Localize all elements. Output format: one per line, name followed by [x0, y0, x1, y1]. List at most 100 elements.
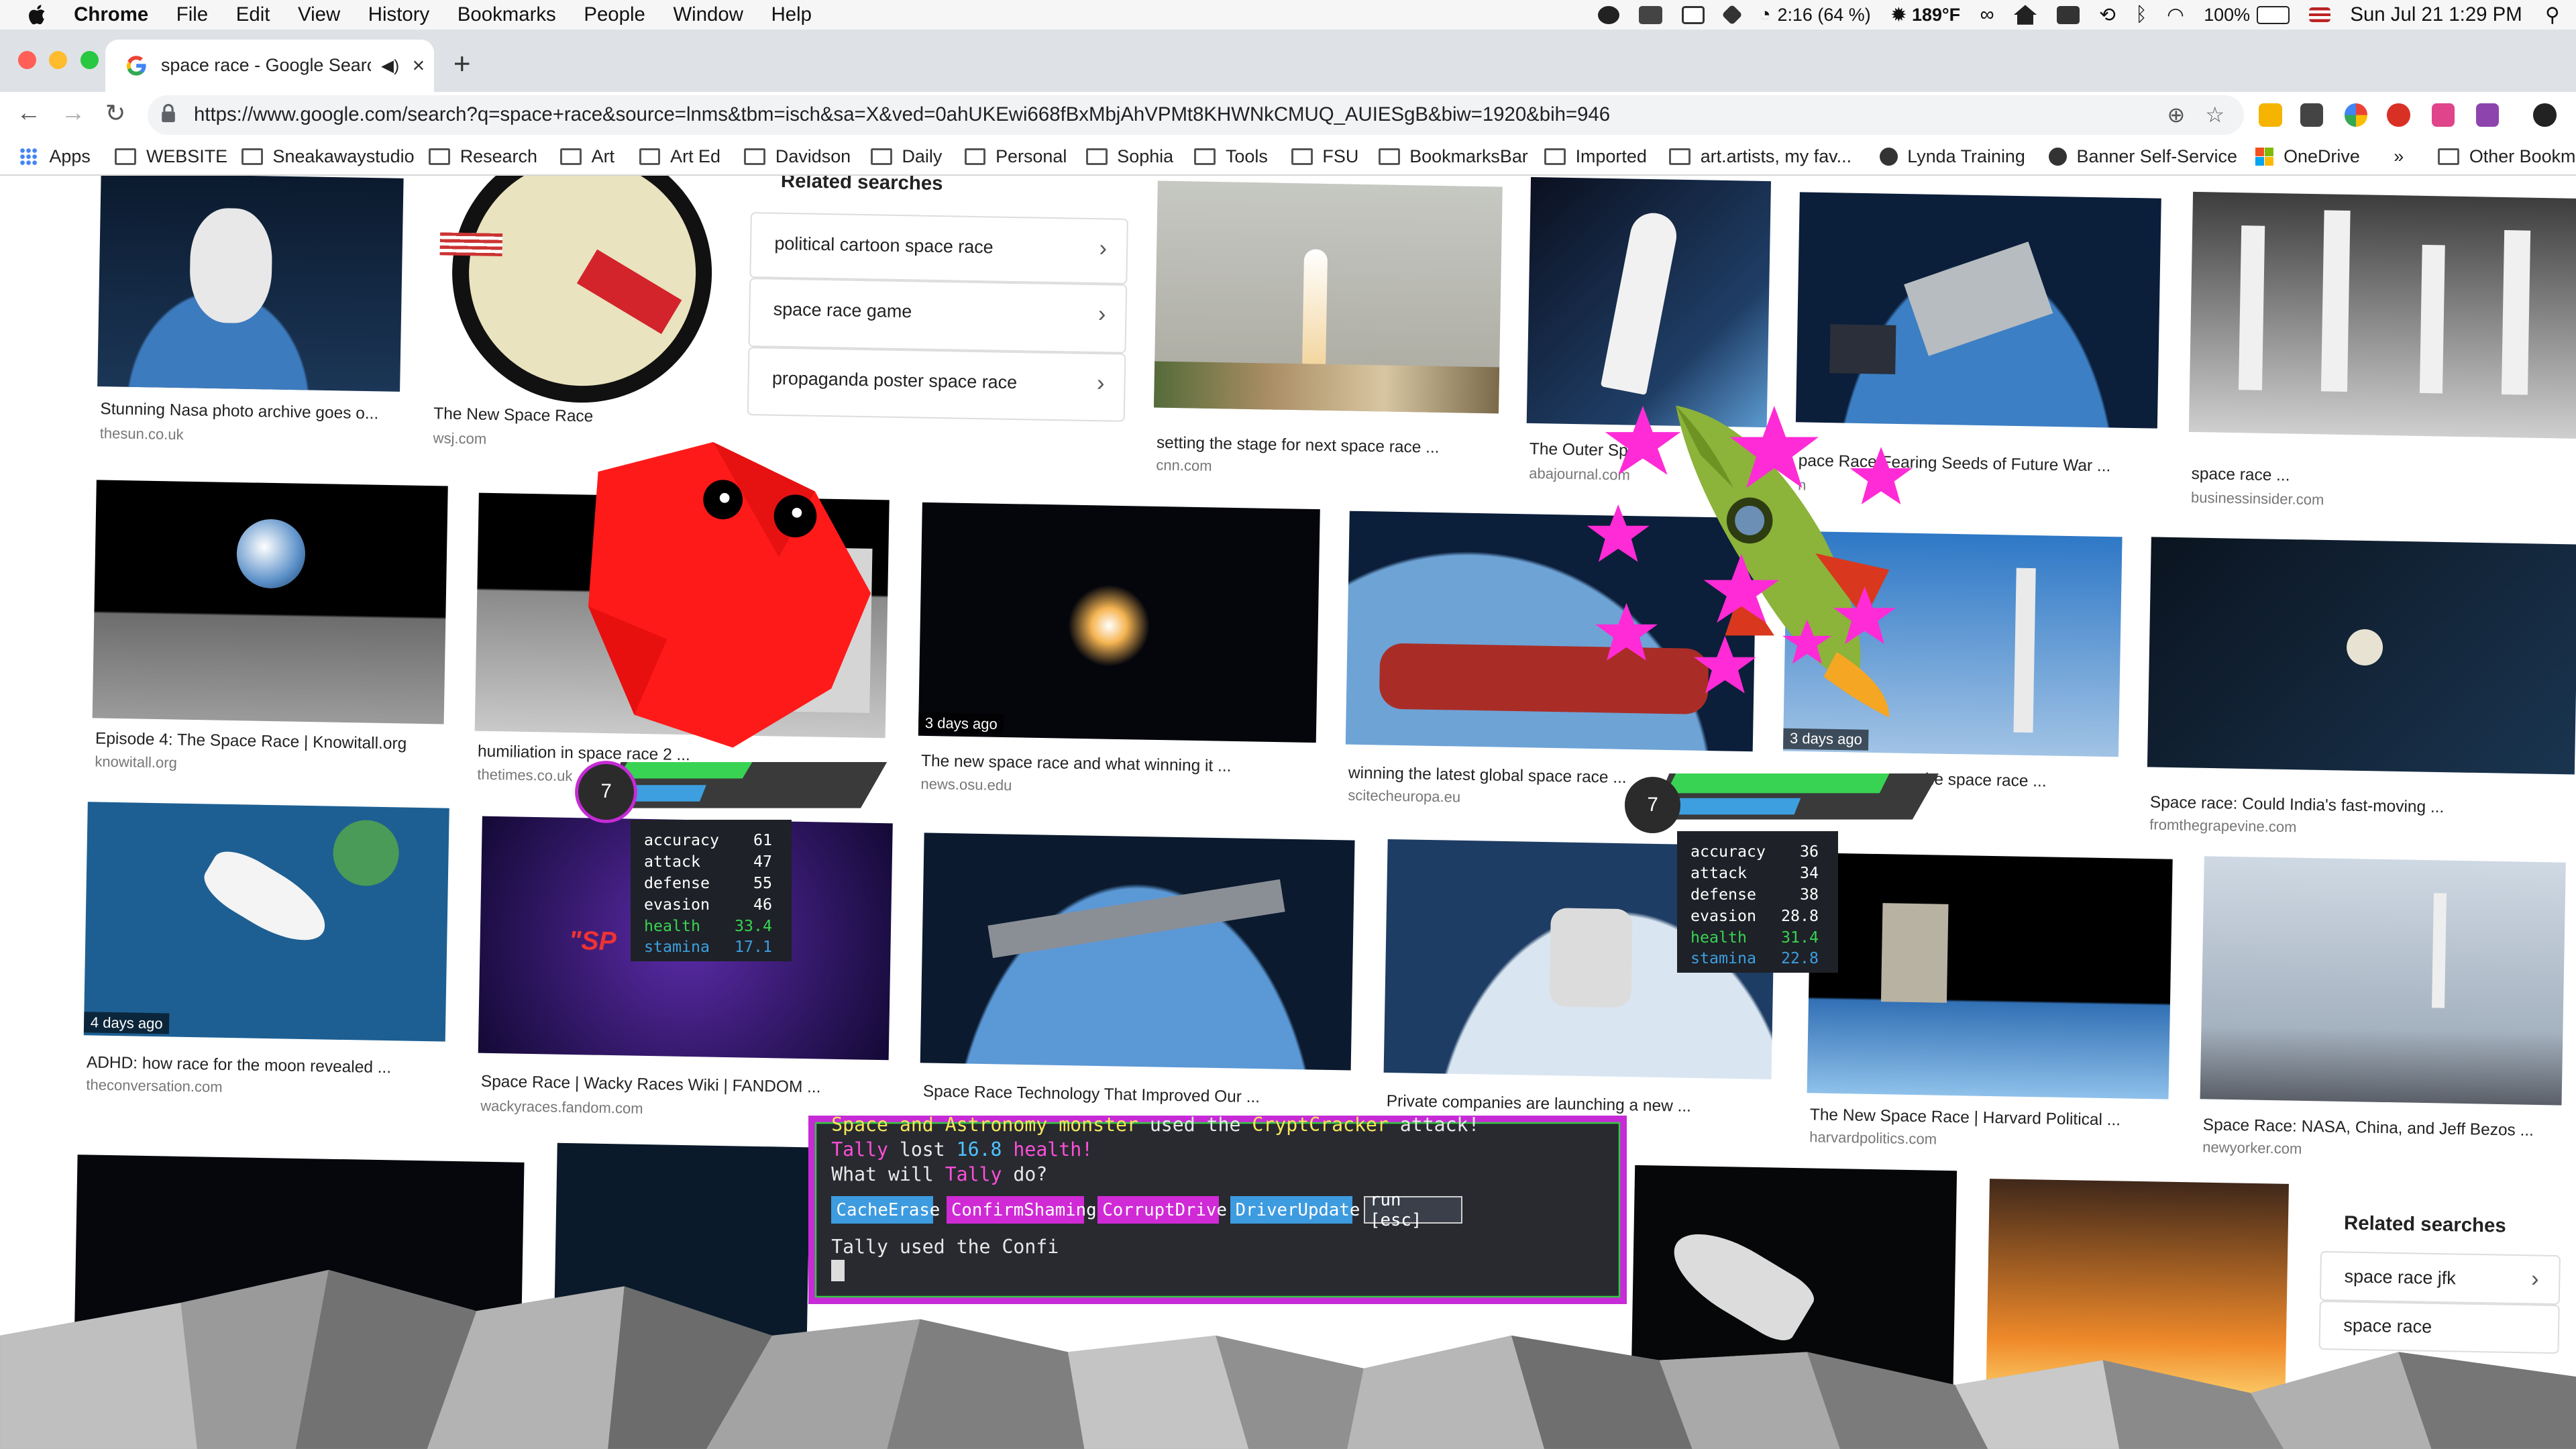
run-button[interactable]: run [esc] — [1363, 1190, 1462, 1230]
address-bar[interactable]: https://www.google.com/search?q=space+ra… — [148, 95, 2245, 135]
menu-file[interactable]: File — [176, 3, 208, 26]
forward-icon[interactable]: → — [61, 99, 86, 127]
rocket-launch-thumbnail[interactable] — [1153, 180, 1503, 414]
bookmark-onedrive[interactable]: OneDrive — [2255, 146, 2360, 167]
bookmark-personal[interactable]: Personal — [964, 146, 1067, 167]
image-result-card[interactable]: 3 days ago The new space race and what w… — [918, 502, 1324, 805]
temperature-icon[interactable]: ✹ — [1890, 3, 1907, 27]
us-flag-icon[interactable] — [2309, 7, 2330, 23]
astronaut-thumbnail[interactable] — [97, 176, 404, 392]
menu-window[interactable]: Window — [673, 3, 743, 26]
orbiting-station-thumbnail[interactable] — [1807, 853, 2173, 1099]
bookmark-sophia[interactable]: Sophia — [1085, 146, 1173, 167]
spotlight-search-icon[interactable]: ⚲ — [2545, 3, 2560, 27]
clock-text[interactable]: Sun Jul 21 1:29 PM — [2350, 3, 2522, 26]
bookmark-daily[interactable]: Daily — [870, 146, 942, 167]
result-caption[interactable]: Space Race: NASA, China, and Jeff Bezos … — [2202, 1116, 2534, 1140]
moon-flags-thumbnail[interactable] — [430, 176, 724, 405]
related-search-item[interactable]: propaganda poster space race › — [747, 346, 1126, 423]
battery-icon[interactable] — [2256, 5, 2290, 24]
result-caption[interactable]: The new space race and what winning it .… — [921, 752, 1232, 776]
menu-history[interactable]: History — [368, 3, 429, 26]
glasses-icon[interactable]: ∞ — [1980, 3, 1994, 26]
attack-button-driverupdate[interactable]: DriverUpdate — [1230, 1195, 1360, 1224]
result-caption[interactable]: Space Race Technology That Improved Our … — [922, 1082, 1260, 1107]
tab-audio-icon[interactable]: ◀) — [381, 56, 399, 76]
menu-bookmarks[interactable]: Bookmarks — [458, 3, 556, 26]
result-caption[interactable]: ADHD: how race for the moon revealed ... — [87, 1053, 392, 1077]
bookmarks-overflow-button[interactable]: » — [2394, 146, 2404, 167]
tab-close-icon[interactable]: × — [413, 53, 425, 78]
bookmark-sneakawaystudio[interactable]: Sneakawaystudio — [241, 146, 415, 167]
battery-time-icon[interactable]: ◔ — [1759, 3, 1771, 26]
result-caption[interactable]: the space race ... — [1920, 770, 2046, 791]
menu-app-name[interactable]: Chrome — [74, 3, 148, 26]
image-result-card[interactable]: 4 days ago ADHD: how race for the moon r… — [83, 802, 453, 1100]
image-result-card[interactable]: setting the stage for next space race ..… — [1152, 180, 1506, 483]
result-caption[interactable]: The New Space Race — [433, 405, 593, 427]
bookmark-star-icon[interactable]: ☆ — [2205, 102, 2224, 127]
extension-icon-6[interactable] — [2475, 103, 2499, 127]
time-machine-icon[interactable]: ⟲ — [2099, 3, 2116, 27]
minimize-window-button[interactable] — [49, 50, 68, 69]
tab-google-search[interactable]: space race - Google Search ◀) × — [105, 39, 434, 93]
profile-avatar[interactable] — [2533, 103, 2557, 127]
home-icon[interactable] — [2013, 5, 2037, 25]
result-caption[interactable]: winning the latest global space race ... — [1348, 763, 1627, 787]
result-caption[interactable]: space race ... — [2191, 465, 2290, 486]
new-tab-button[interactable]: + — [453, 48, 471, 81]
extension-icon-2[interactable] — [2300, 103, 2323, 127]
hq-icon[interactable] — [2056, 5, 2080, 24]
bookmark-tools[interactable]: Tools — [1194, 146, 1268, 167]
extension-icon-3[interactable] — [2344, 103, 2367, 127]
bookmark-art-ed[interactable]: Art Ed — [639, 146, 720, 167]
bookmark-bookmarksbar[interactable]: BookmarksBar — [1378, 146, 1528, 167]
rocket-models-thumbnail[interactable] — [2188, 192, 2576, 439]
menu-view[interactable]: View — [298, 3, 340, 26]
bookmark-imported[interactable]: Imported — [1544, 146, 1647, 167]
creative-cloud-icon[interactable] — [1598, 5, 1619, 24]
bookmark-art-artists[interactable]: art.artists, my fav... — [1669, 146, 1851, 167]
bookmark-lynda[interactable]: Lynda Training — [1879, 146, 2025, 167]
attack-button-cacheerase[interactable]: CacheErase — [831, 1195, 940, 1224]
back-icon[interactable]: ← — [16, 99, 41, 127]
bookmark-art[interactable]: Art — [560, 146, 614, 167]
earthrise-moon-thumbnail[interactable] — [92, 480, 448, 724]
bookmark-fsu[interactable]: FSU — [1291, 146, 1358, 167]
apollo-launch-thumbnail[interactable] — [2200, 856, 2566, 1106]
bookmark-banner[interactable]: Banner Self-Service — [2048, 146, 2237, 167]
attack-button-corruptdrive[interactable]: CorruptDrive — [1097, 1195, 1227, 1224]
wifi-icon[interactable]: ◠ — [2167, 3, 2184, 27]
window-icon[interactable] — [1681, 5, 1705, 24]
bookmark-other[interactable]: Other Bookmarks — [2438, 146, 2576, 167]
red-monster-sprite[interactable] — [585, 441, 881, 754]
maximize-window-button[interactable] — [80, 50, 99, 69]
image-result-card[interactable]: Episode 4: The Space Race | Knowitall.or… — [91, 480, 451, 778]
related-search-item[interactable]: political cartoon space race › — [749, 211, 1128, 284]
result-caption[interactable]: Stunning Nasa photo archive goes o... — [100, 400, 378, 423]
menu-edit[interactable]: Edit — [236, 3, 270, 26]
bluetooth-icon[interactable]: ᛒ — [2135, 3, 2147, 26]
extension-icon-1[interactable] — [2259, 103, 2282, 127]
bookmark-davidson[interactable]: Davidson — [744, 146, 851, 167]
image-result-card[interactable]: The New Space Race | Harvard Political .… — [1807, 853, 2176, 1148]
night-launch-thumbnail[interactable]: 3 days ago — [918, 502, 1320, 743]
image-result-card[interactable]: Stunning Nasa photo archive goes o... th… — [96, 176, 407, 458]
related-search-item[interactable]: space race game › — [748, 277, 1128, 354]
image-result-card[interactable]: Space Race Technology That Improved Our … — [919, 832, 1358, 1120]
dropbox-icon[interactable] — [1721, 4, 1743, 25]
bookmark-apps[interactable]: Apps — [19, 146, 91, 167]
image-result-card[interactable]: The New Space Race wsj.com — [429, 176, 724, 458]
location-target-icon[interactable]: ⊕ — [2167, 102, 2186, 127]
result-caption[interactable]: Space Race | Wacky Races Wiki | FANDOM .… — [481, 1073, 821, 1097]
iss-thumbnail[interactable] — [920, 832, 1355, 1070]
bookmark-website[interactable]: WEBSITE — [115, 146, 227, 167]
extension-icon-5[interactable] — [2431, 103, 2455, 127]
menu-help[interactable]: Help — [771, 3, 812, 26]
image-result-card[interactable]: space race ... businessinsider.com — [2188, 192, 2576, 511]
menu-people[interactable]: People — [584, 3, 645, 26]
result-caption[interactable]: Private companies are launching a new ..… — [1386, 1092, 1691, 1116]
reload-icon[interactable]: ↻ — [105, 99, 126, 127]
apple-menu-icon[interactable] — [28, 3, 48, 26]
result-caption[interactable]: Episode 4: The Space Race | Knowitall.or… — [95, 730, 407, 754]
